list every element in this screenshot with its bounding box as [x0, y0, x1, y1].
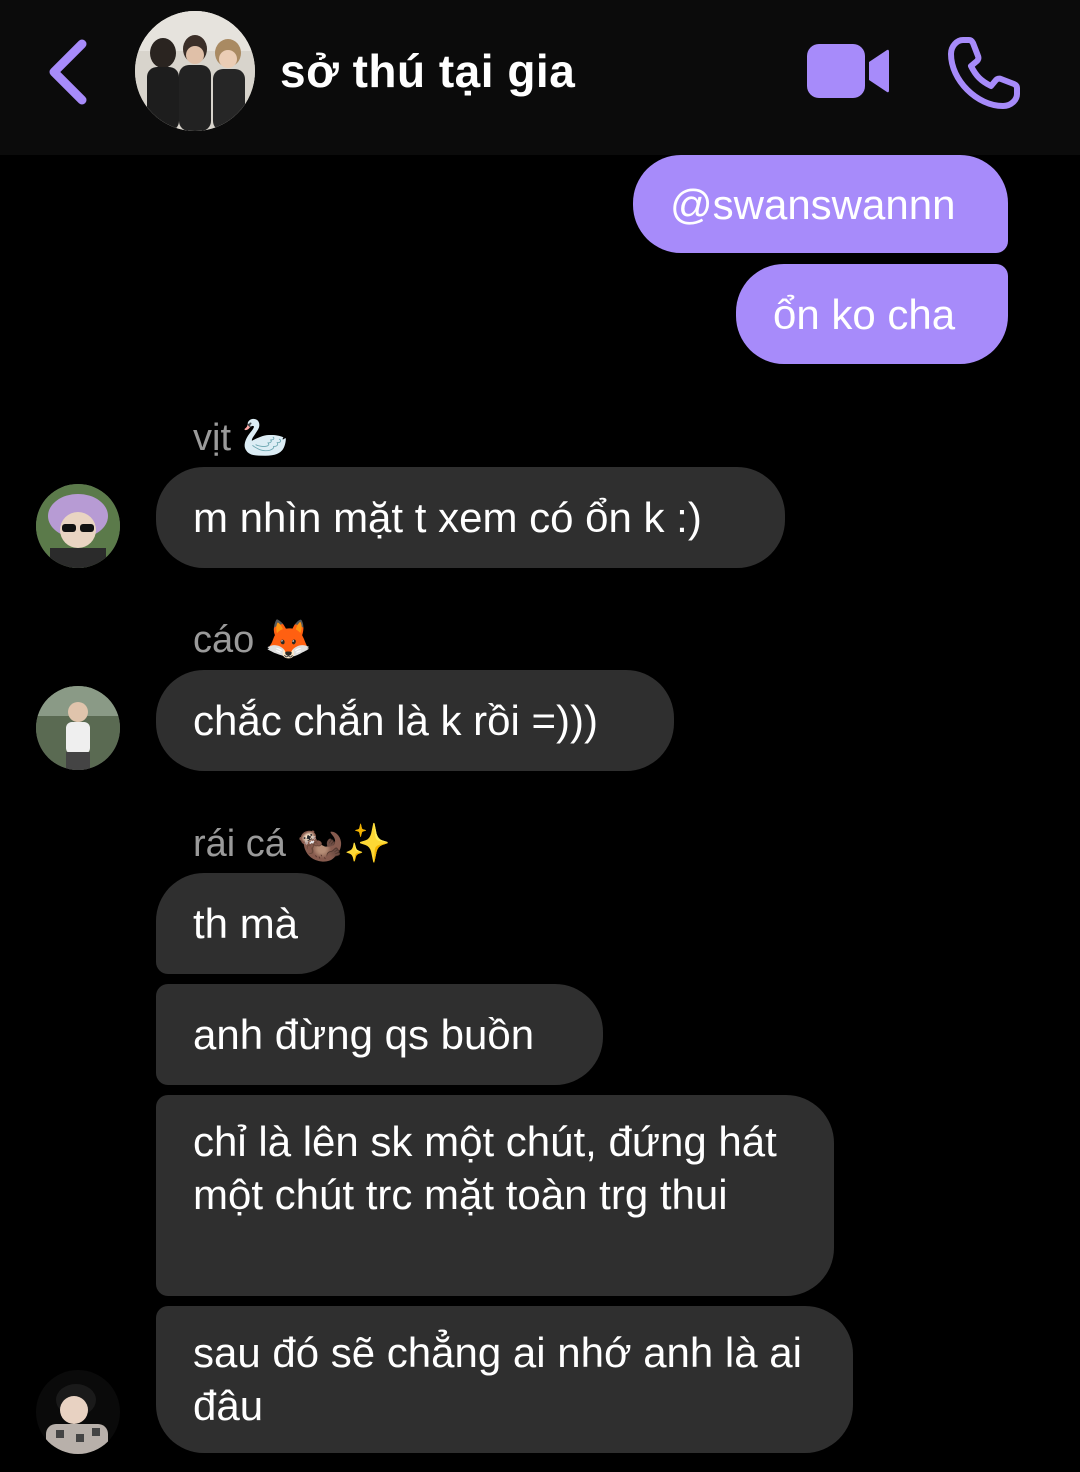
back-button[interactable]: [40, 36, 100, 108]
message-text: m nhìn mặt t xem có ổn k :): [193, 494, 702, 541]
message-text: th mà: [193, 900, 299, 947]
group-name[interactable]: sở thú tại gia: [280, 44, 575, 98]
voice-call-button[interactable]: [945, 34, 1023, 112]
group-avatar[interactable]: [135, 11, 255, 131]
incoming-message[interactable]: th mà: [156, 873, 345, 974]
group-photo: [135, 11, 255, 131]
video-camera-icon: [807, 44, 889, 98]
message-text: ổn ko cha: [773, 290, 956, 338]
sender-name: vịt 🦢: [193, 415, 289, 459]
chevron-left-icon: [49, 39, 87, 105]
message-text: chỉ là lên sk một chút, đứng hát một chú…: [193, 1118, 777, 1218]
sender-name: rái cá 🦦✨: [193, 821, 392, 865]
chat-header: sở thú tại gia: [0, 0, 1080, 155]
swan-emoji: 🦢: [241, 415, 289, 459]
incoming-message[interactable]: chắc chắn là k rồi =))): [156, 670, 674, 771]
message-text: chắc chắn là k rồi =))): [193, 697, 598, 744]
avatar[interactable]: [36, 686, 120, 770]
message-text: anh đừng qs buồn: [193, 1011, 535, 1058]
avatar[interactable]: [36, 1370, 120, 1454]
sender-name: cáo 🦊: [193, 617, 313, 661]
phone-icon: [948, 37, 1020, 109]
chat-screen: sở thú tại gia @swanswannn ổn ko cha vịt…: [0, 0, 1080, 1472]
incoming-message[interactable]: m nhìn mặt t xem có ổn k :): [156, 467, 785, 568]
message-text: @swanswannn: [670, 180, 956, 228]
incoming-message[interactable]: chỉ là lên sk một chút, đứng hát một chú…: [156, 1095, 834, 1296]
outgoing-message[interactable]: @swanswannn: [633, 155, 1008, 253]
fox-emoji: 🦊: [264, 617, 313, 661]
avatar[interactable]: [36, 484, 120, 568]
incoming-message[interactable]: sau đó sẽ chẳng ai nhớ anh là ai đâu: [156, 1306, 853, 1453]
video-call-button[interactable]: [805, 40, 891, 102]
incoming-message[interactable]: anh đừng qs buồn: [156, 984, 603, 1085]
otter-sparkles-emoji: 🦦✨: [296, 821, 392, 865]
outgoing-message[interactable]: ổn ko cha: [736, 264, 1008, 364]
message-text: sau đó sẽ chẳng ai nhớ anh là ai đâu: [193, 1329, 802, 1429]
